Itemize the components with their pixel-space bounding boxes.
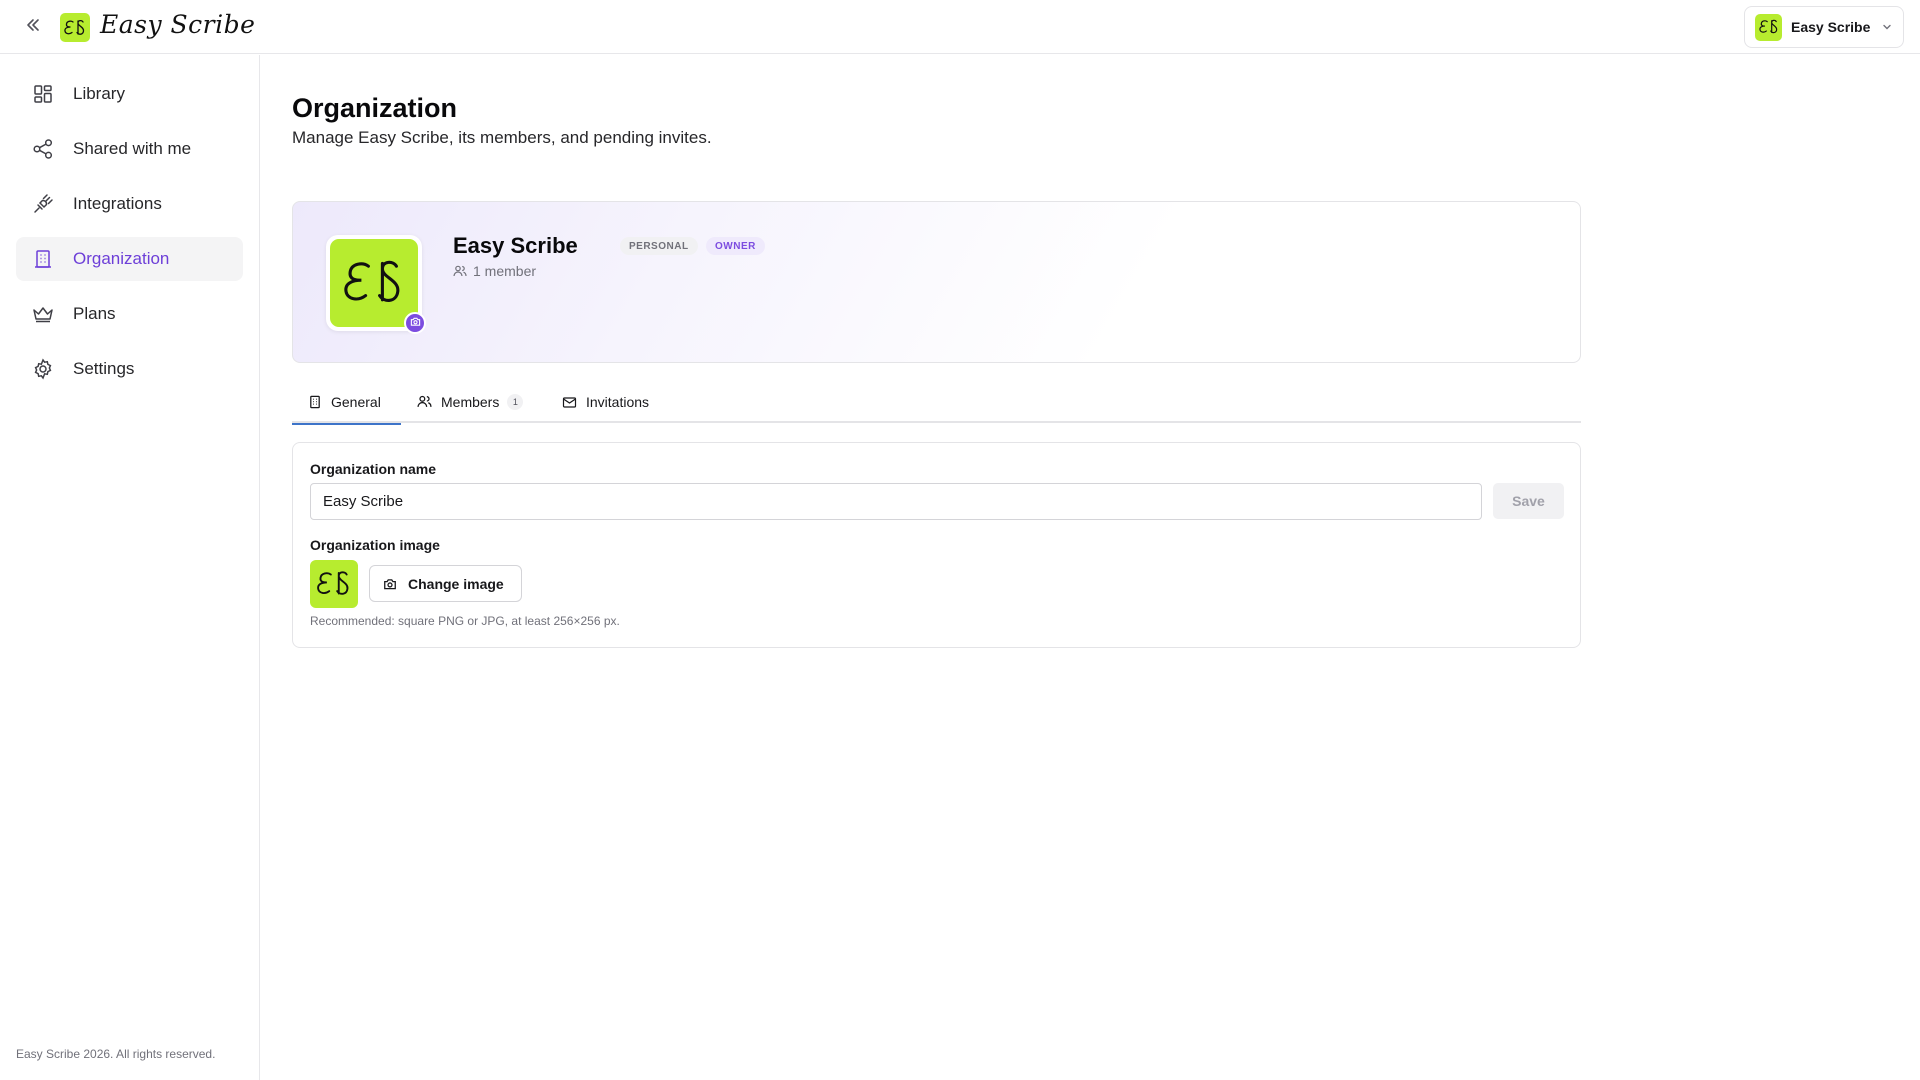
tab-members[interactable]: Members 1 [401, 380, 539, 423]
org-tabs: General Members 1 Invitations [292, 380, 1581, 425]
main-content: Organization Manage Easy Scribe, its mem… [261, 55, 1920, 1080]
sidebar-item-label: Shared with me [73, 139, 192, 158]
member-count: 1 member [453, 263, 536, 279]
tab-general[interactable]: General [292, 380, 401, 425]
change-image-button[interactable]: Change image [369, 565, 522, 602]
org-image-thumbnail [310, 560, 358, 608]
sidebar: Library Shared with me Integrations Orga… [0, 55, 260, 1080]
sidebar-item-label: Organization [73, 249, 170, 268]
sidebar-item-library[interactable]: Library [16, 72, 243, 116]
building-icon [31, 247, 55, 271]
plug-icon [31, 192, 55, 216]
page-title: Organization [292, 93, 458, 123]
tab-label: General [331, 393, 381, 410]
camera-icon [383, 577, 397, 591]
org-name-label: Organization name [310, 461, 437, 477]
save-button[interactable]: Save [1493, 483, 1564, 519]
building-icon [308, 395, 322, 409]
tab-label: Invitations [586, 393, 650, 410]
members-count-badge: 1 [507, 393, 524, 410]
chevron-down-icon [1881, 21, 1893, 33]
tab-invitations[interactable]: Invitations [546, 380, 665, 423]
tab-label: Members [441, 393, 500, 410]
mail-icon [562, 395, 577, 409]
sidebar-item-shared[interactable]: Shared with me [16, 127, 243, 171]
share-icon [31, 137, 55, 161]
personal-badge: PERSONAL [620, 237, 698, 255]
org-avatar-image [330, 239, 418, 327]
org-name: Easy Scribe [453, 233, 578, 258]
org-image-label: Organization image [310, 537, 440, 553]
users-icon [417, 394, 432, 409]
sidebar-footer: Easy Scribe 2026. All rights reserved. [16, 1047, 216, 1061]
sidebar-item-settings[interactable]: Settings [16, 347, 243, 391]
org-switcher[interactable]: Easy Scribe [1744, 6, 1904, 48]
image-hint: Recommended: square PNG or JPG, at least… [310, 614, 620, 628]
grid-icon [31, 82, 55, 106]
sidebar-item-integrations[interactable]: Integrations [16, 182, 243, 226]
general-settings-card: Organization name Save Organization imag… [292, 442, 1581, 648]
owner-badge: OWNER [706, 237, 765, 255]
sidebar-item-plans[interactable]: Plans [16, 292, 243, 336]
org-summary-card: Easy Scribe PERSONAL OWNER 1 member [292, 201, 1581, 363]
brand-name: Easy Scribe [100, 10, 256, 39]
crown-icon [31, 302, 55, 326]
gear-icon [31, 357, 55, 381]
org-switcher-label: Easy Scribe [1791, 19, 1871, 35]
camera-icon [410, 314, 421, 332]
sidebar-item-label: Integrations [73, 194, 162, 213]
users-icon [453, 264, 467, 278]
brand-logo[interactable] [60, 13, 90, 42]
sidebar-nav: Library Shared with me Integrations Orga… [16, 72, 243, 402]
page-subtitle: Manage Easy Scribe, its members, and pen… [292, 128, 712, 147]
sidebar-item-label: Library [73, 84, 125, 103]
collapse-sidebar-button[interactable] [20, 14, 46, 40]
org-switcher-logo [1755, 13, 1782, 41]
double-chevron-left-icon [25, 17, 41, 38]
sidebar-item-organization[interactable]: Organization [16, 237, 243, 281]
member-count-text: 1 member [473, 263, 537, 279]
top-bar: Easy Scribe Easy Scribe [0, 0, 1920, 54]
org-name-input[interactable] [310, 483, 1482, 520]
change-image-label: Change image [408, 575, 504, 592]
sidebar-item-label: Settings [73, 359, 135, 378]
sidebar-item-label: Plans [73, 304, 116, 323]
change-avatar-button[interactable] [404, 312, 426, 334]
